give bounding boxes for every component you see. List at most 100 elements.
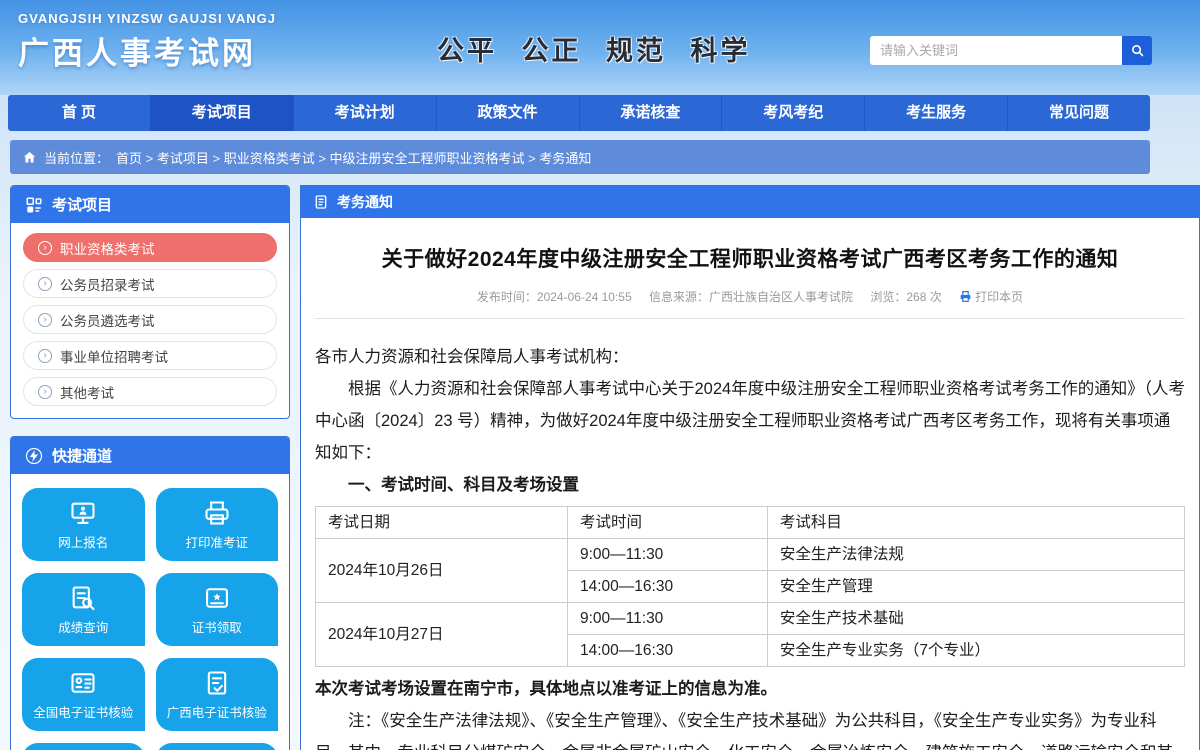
quick-tile[interactable]: 成绩查询 xyxy=(22,573,145,646)
sidebar-item-label: 职业资格类考试 xyxy=(60,238,155,258)
quick-tile[interactable]: 证书领取 xyxy=(156,573,279,646)
table-header-cell: 考试科目 xyxy=(767,507,1184,539)
sidebar-item[interactable]: › 其他考试 xyxy=(23,377,277,406)
printer-icon xyxy=(203,499,231,527)
nav-item[interactable]: 考试项目 xyxy=(150,95,293,131)
table-row: 2024年10月26日9:00—11:30安全生产法律法规 xyxy=(316,539,1185,571)
document-icon xyxy=(313,194,329,210)
nav-item[interactable]: 考试计划 xyxy=(293,95,436,131)
quick-tile-partial[interactable] xyxy=(22,743,145,750)
nav-item[interactable]: 政策文件 xyxy=(436,95,579,131)
exam-time-cell: 14:00—16:30 xyxy=(568,571,768,603)
quick-channel-panel: 快捷通道 网上报名 打印准考证成绩查询 证书领取全国电子证书核验广西电子证书核验 xyxy=(10,436,290,750)
main-panel: 考务通知 关于做好2024年度中级注册安全工程师职业资格考试广西考区考务工作的通… xyxy=(300,185,1200,750)
article-title: 关于做好2024年度中级注册安全工程师职业资格考试广西考区考务工作的通知 xyxy=(315,243,1185,273)
quick-tile[interactable]: 打印准考证 xyxy=(156,488,279,561)
logo-title: 广西人事考试网 xyxy=(18,28,276,73)
paragraph-intro: 根据《人力资源和社会保障部人事考试中心关于2024年度中级注册安全工程师职业资格… xyxy=(315,373,1185,469)
article-body: 各市人力资源和社会保障局人事考试机构： 根据《人力资源和社会保障部人事考试中心关… xyxy=(315,341,1185,750)
exam-date-cell: 2024年10月27日 xyxy=(316,603,568,667)
quick-tile[interactable]: 网上报名 xyxy=(22,488,145,561)
circle-arrow-icon: › xyxy=(38,277,52,291)
breadcrumb-item[interactable]: 中级注册安全工程师职业资格考试 xyxy=(330,151,525,166)
page: GVANGJSIH YINZSW GAUJSI VANGJ 广西人事考试网 公平… xyxy=(0,0,1200,750)
nav-item[interactable]: 考风考纪 xyxy=(721,95,864,131)
sidebar-item[interactable]: › 事业单位招聘考试 xyxy=(23,341,277,370)
circle-arrow-icon: › xyxy=(38,241,52,255)
quick-tile-partial[interactable] xyxy=(156,743,279,750)
certificate-icon xyxy=(203,584,231,612)
site-slogan: 公平 公正 规范 科学 xyxy=(437,29,751,68)
exam-subject-cell: 安全生产专业实务（7个专业） xyxy=(767,635,1184,667)
breadcrumb-label: 当前位置： xyxy=(44,148,109,167)
category-icon xyxy=(25,196,43,214)
exam-time-cell: 9:00—11:30 xyxy=(568,603,768,635)
exam-subject-cell: 安全生产技术基础 xyxy=(767,603,1184,635)
quick-tile-label: 广西电子证书核验 xyxy=(167,702,267,721)
circle-arrow-icon: › xyxy=(38,385,52,399)
venue-note: 本次考试考场设置在南宁市，具体地点以准考证上的信息为准。 xyxy=(315,673,1185,705)
doc-search-icon xyxy=(69,584,97,612)
quick-tile[interactable]: 全国电子证书核验 xyxy=(22,658,145,731)
sidebar-item-label: 其他考试 xyxy=(60,382,114,402)
breadcrumb-item: 考务通知 xyxy=(539,151,591,166)
quick-tile-label: 网上报名 xyxy=(58,532,108,551)
sidebar-item[interactable]: ›公务员遴选考试 xyxy=(23,305,277,334)
doc-check-icon xyxy=(203,669,231,697)
exam-menu-header: 考试项目 xyxy=(11,186,289,223)
breadcrumb-item[interactable]: 职业资格类考试 xyxy=(224,151,315,166)
breadcrumb-item[interactable]: 考试项目 xyxy=(157,151,209,166)
exam-menu-list: › 职业资格类考试 › 公务员招录考试 ›公务员遴选考试 › 事业单位招聘考试 › 其他考试 xyxy=(11,223,289,418)
quick-channel-tiles: 网上报名 打印准考证成绩查询 证书领取全国电子证书核验广西电子证书核验 xyxy=(11,474,289,750)
breadcrumb-separator: > xyxy=(142,151,157,166)
content-area: 考试项目 › 职业资格类考试 › 公务员招录考试 ›公务员遴选考试 › 事业单位招聘考试 › 其… xyxy=(10,185,1200,750)
table-header-row: 考试日期考试时间考试科目 xyxy=(316,507,1185,539)
lightning-icon xyxy=(25,447,43,465)
exam-subject-cell: 安全生产管理 xyxy=(767,571,1184,603)
nav-item[interactable]: 承诺核查 xyxy=(579,95,722,131)
breadcrumb-separator: > xyxy=(525,151,540,166)
quick-channel-header: 快捷通道 xyxy=(11,437,289,474)
nav-item[interactable]: 考生服务 xyxy=(864,95,1007,131)
search-button[interactable] xyxy=(1122,36,1152,65)
sidebar-item[interactable]: › 职业资格类考试 xyxy=(23,233,277,262)
circle-arrow-icon: › xyxy=(38,349,52,363)
table-header-cell: 考试时间 xyxy=(568,507,768,539)
breadcrumb: 当前位置： 首页 > 考试项目 > 职业资格类考试 > 中级注册安全工程师职业资… xyxy=(10,140,1150,174)
nav-item[interactable]: 常见问题 xyxy=(1007,95,1150,131)
print-label: 打印本页 xyxy=(975,290,1023,304)
search-bar xyxy=(870,36,1152,65)
site-header: GVANGJSIH YINZSW GAUJSI VANGJ 广西人事考试网 公平… xyxy=(0,0,1200,95)
exam-subject-cell: 安全生产法律法规 xyxy=(767,539,1184,571)
exam-time-cell: 9:00—11:30 xyxy=(568,539,768,571)
divider xyxy=(315,318,1185,319)
sidebar-item-label: 公务员招录考试 xyxy=(60,274,155,294)
quick-tile-label: 打印准考证 xyxy=(185,532,248,551)
exam-schedule-table: 考试日期考试时间考试科目2024年10月26日9:00—11:30安全生产法律法… xyxy=(315,506,1185,667)
sidebar-item-label: 事业单位招聘考试 xyxy=(60,346,168,366)
quick-channel-title: 快捷通道 xyxy=(52,445,112,466)
sidebar: 考试项目 › 职业资格类考试 › 公务员招录考试 ›公务员遴选考试 › 事业单位招聘考试 › 其… xyxy=(10,185,290,750)
quick-tile[interactable]: 广西电子证书核验 xyxy=(156,658,279,731)
nav-item[interactable]: 首 页 xyxy=(8,95,150,131)
monitor-user-icon xyxy=(69,499,97,527)
print-link[interactable]: 打印本页 xyxy=(959,290,1023,304)
sidebar-item-label: 公务员遴选考试 xyxy=(60,310,155,330)
quick-tile-label: 成绩查询 xyxy=(58,617,108,636)
exam-time-cell: 14:00—16:30 xyxy=(568,635,768,667)
exam-menu-title: 考试项目 xyxy=(52,194,112,215)
breadcrumb-items: 首页 > 考试项目 > 职业资格类考试 > 中级注册安全工程师职业资格考试 > … xyxy=(116,148,591,167)
section-title: 考务通知 xyxy=(337,192,393,212)
paragraph-salutation: 各市人力资源和社会保障局人事考试机构： xyxy=(315,341,1185,373)
subject-note: 注：《安全生产法律法规》、《安全生产管理》、《安全生产技术基础》为公共科目，《安… xyxy=(315,705,1185,750)
table-row: 2024年10月27日9:00—11:30安全生产技术基础 xyxy=(316,603,1185,635)
article: 关于做好2024年度中级注册安全工程师职业资格考试广西考区考务工作的通知 发布时… xyxy=(301,243,1199,750)
sidebar-item[interactable]: › 公务员招录考试 xyxy=(23,269,277,298)
site-logo[interactable]: GVANGJSIH YINZSW GAUJSI VANGJ 广西人事考试网 xyxy=(18,11,276,73)
info-source: 信息来源：广西壮族自治区人事考试院 xyxy=(649,290,853,304)
search-icon xyxy=(1130,43,1145,58)
search-input[interactable] xyxy=(870,36,1122,65)
breadcrumb-item[interactable]: 首页 xyxy=(116,151,142,166)
exam-menu-panel: 考试项目 › 职业资格类考试 › 公务员招录考试 ›公务员遴选考试 › 事业单位招聘考试 › 其… xyxy=(10,185,290,419)
logo-subtitle: GVANGJSIH YINZSW GAUJSI VANGJ xyxy=(18,11,276,26)
